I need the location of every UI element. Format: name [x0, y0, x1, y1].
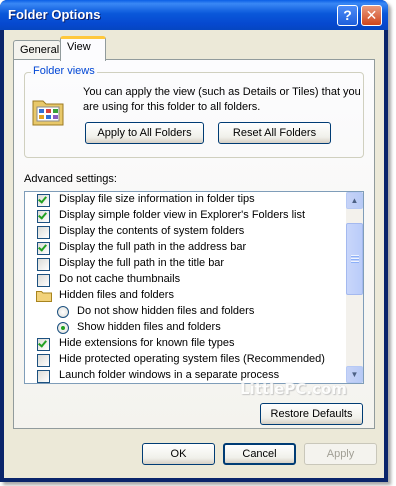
checkmark-icon — [38, 242, 47, 252]
setting-radio-row[interactable]: Do not show hidden files and folders — [25, 304, 345, 320]
checkmark-icon — [38, 338, 47, 348]
scroll-thumb[interactable] — [346, 223, 363, 295]
checkbox[interactable] — [37, 210, 50, 223]
grip-line — [351, 258, 359, 259]
setting-radio-row[interactable]: Show hidden files and folders — [25, 320, 345, 336]
setting-checkbox-row[interactable]: Display the contents of system folders — [25, 224, 345, 240]
radio-button[interactable] — [57, 322, 69, 334]
checkmark-icon — [38, 210, 47, 220]
setting-checkbox-row[interactable]: Hide extensions for known file types — [25, 336, 345, 352]
checkbox-label: Display file size information in folder … — [59, 193, 255, 205]
ok-button[interactable]: OK — [142, 443, 215, 465]
checkbox[interactable] — [37, 258, 50, 271]
checkbox[interactable] — [37, 194, 50, 207]
checkbox[interactable] — [37, 338, 50, 351]
setting-checkbox-row[interactable]: Display file size information in folder … — [25, 192, 345, 208]
window-title: Folder Options — [8, 7, 101, 22]
checkbox-label: Display the full path in the address bar — [59, 241, 247, 253]
checkmark-icon — [38, 194, 47, 204]
title-bar[interactable]: Folder Options ? ✕ — [0, 0, 388, 30]
checkbox[interactable] — [37, 274, 50, 287]
setting-checkbox-row[interactable]: Display simple folder view in Explorer's… — [25, 208, 345, 224]
checkbox-label: Display the contents of system folders — [59, 225, 245, 237]
watermark: LittlePC.com — [240, 380, 347, 398]
restore-defaults-button[interactable]: Restore Defaults — [260, 403, 363, 425]
setting-group-row: Hidden files and folders — [25, 288, 345, 304]
view-tab-panel: Folder views You can apply the view (suc… — [13, 59, 375, 429]
checkbox-label: Do not cache thumbnails — [59, 273, 181, 285]
radio-button[interactable] — [57, 306, 69, 318]
grip-line — [351, 261, 359, 262]
advanced-settings-label: Advanced settings: — [24, 173, 117, 185]
cancel-button[interactable]: Cancel — [223, 443, 296, 465]
checkbox[interactable] — [37, 242, 50, 255]
setting-checkbox-row[interactable]: Display the full path in the title bar — [25, 256, 345, 272]
checkbox-label: Hide extensions for known file types — [59, 337, 235, 349]
folder-views-icon — [32, 100, 64, 126]
close-x-icon: ✕ — [365, 7, 378, 23]
radio-selected-dot — [61, 326, 65, 330]
apply-button[interactable]: Apply — [304, 443, 377, 465]
checkbox[interactable] — [37, 354, 50, 367]
setting-checkbox-row[interactable]: Do not cache thumbnails — [25, 272, 345, 288]
folder-views-title: Folder views — [31, 65, 97, 77]
scroll-down-button[interactable]: ▼ — [346, 366, 363, 383]
question-mark-icon: ? — [343, 7, 352, 23]
folder-icon — [36, 291, 52, 302]
radio-label: Show hidden files and folders — [77, 321, 221, 333]
tab-view[interactable]: View — [60, 36, 106, 61]
dialog-client: General View Folder views You can apply … — [4, 30, 384, 478]
chevron-up-icon: ▲ — [350, 196, 359, 205]
grip-line — [351, 255, 359, 256]
vertical-scrollbar[interactable]: ▲ ▼ — [346, 192, 363, 383]
close-button[interactable]: ✕ — [361, 5, 382, 26]
folder-options-window: Folder Options ? ✕ General View Folder v… — [0, 0, 388, 482]
checkbox-label: Hide protected operating system files (R… — [59, 353, 325, 365]
group-label: Hidden files and folders — [59, 289, 174, 301]
setting-checkbox-row[interactable]: Display the full path in the address bar — [25, 240, 345, 256]
apply-to-all-folders-button[interactable]: Apply to All Folders — [85, 122, 204, 144]
tab-general[interactable]: General — [13, 40, 61, 60]
folder-views-description: You can apply the view (such as Details … — [83, 86, 361, 113]
checkbox[interactable] — [37, 370, 50, 383]
folder-views-group: Folder views You can apply the view (suc… — [24, 65, 364, 158]
checkbox-label: Display the full path in the title bar — [59, 257, 225, 269]
setting-checkbox-row[interactable]: Hide protected operating system files (R… — [25, 352, 345, 368]
reset-all-folders-button[interactable]: Reset All Folders — [218, 122, 331, 144]
help-button[interactable]: ? — [337, 5, 358, 26]
scroll-up-button[interactable]: ▲ — [346, 192, 363, 209]
checkbox-label: Display simple folder view in Explorer's… — [59, 209, 306, 221]
checkbox[interactable] — [37, 226, 50, 239]
chevron-down-icon: ▼ — [350, 370, 359, 379]
advanced-settings-list[interactable]: Display file size information in folder … — [24, 191, 364, 384]
radio-label: Do not show hidden files and folders — [77, 305, 255, 317]
